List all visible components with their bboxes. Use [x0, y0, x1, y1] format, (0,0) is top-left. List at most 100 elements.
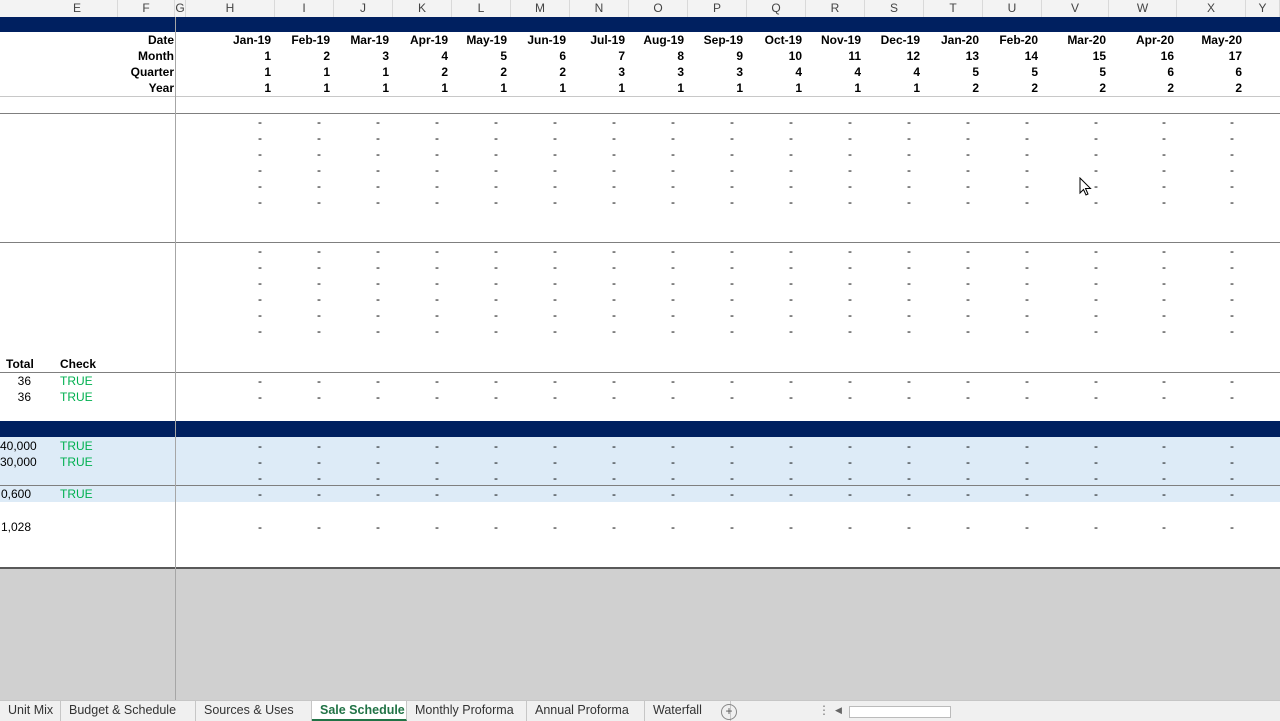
dash-cell: - — [612, 374, 616, 388]
dash-cell: - — [612, 131, 616, 145]
year-cell: 1 — [441, 81, 448, 95]
scroll-thumb[interactable] — [849, 706, 951, 718]
dash-cell: - — [730, 324, 734, 338]
dash-cell: - — [966, 115, 970, 129]
dash-cell: - — [789, 390, 793, 404]
dash-cell: - — [317, 195, 321, 209]
sheet-tab-waterfall[interactable]: Waterfall — [645, 701, 731, 721]
blue-row-value: 40,000 — [0, 439, 37, 453]
scroll-left-icon[interactable]: ◀ — [835, 705, 842, 716]
column-header-q[interactable]: Q — [747, 0, 806, 17]
sheet-tab-sources-uses[interactable]: Sources & Uses — [196, 701, 312, 721]
dash-cell: - — [494, 520, 498, 534]
column-header-f[interactable]: F — [118, 0, 175, 17]
dash-cell: - — [1025, 308, 1029, 322]
column-header-h[interactable]: H — [186, 0, 275, 17]
dash-cell: - — [1094, 439, 1098, 453]
dash-cell: - — [1025, 115, 1029, 129]
dash-cell: - — [730, 520, 734, 534]
column-header-r[interactable]: R — [806, 0, 865, 17]
dash-cell: - — [494, 179, 498, 193]
dash-cell: - — [966, 487, 970, 501]
column-header-n[interactable]: N — [570, 0, 629, 17]
dash-cell: - — [1025, 276, 1029, 290]
column-header-u[interactable]: U — [983, 0, 1042, 17]
dash-cell: - — [848, 276, 852, 290]
sheet-tab-annual-proforma[interactable]: Annual Proforma — [527, 701, 645, 721]
column-header-p[interactable]: P — [688, 0, 747, 17]
dash-cell: - — [1162, 308, 1166, 322]
dash-cell: - — [730, 390, 734, 404]
dash-cell: - — [907, 292, 911, 306]
dash-cell: - — [317, 471, 321, 485]
dash-cell: - — [907, 439, 911, 453]
column-header-o[interactable]: O — [629, 0, 688, 17]
sheet-tab-budget-schedule[interactable]: Budget & Schedule — [61, 701, 196, 721]
dash-cell: - — [317, 163, 321, 177]
dash-cell: - — [1094, 163, 1098, 177]
dash-cell: - — [1025, 147, 1029, 161]
dash-cell: - — [376, 308, 380, 322]
date-cell: Feb-19 — [291, 33, 330, 47]
dash-cell: - — [730, 163, 734, 177]
column-header-t[interactable]: T — [924, 0, 983, 17]
dash-cell: - — [966, 520, 970, 534]
column-header-w[interactable]: W — [1109, 0, 1177, 17]
dash-cell: - — [1230, 244, 1234, 258]
dash-cell: - — [435, 131, 439, 145]
column-header-l[interactable]: L — [452, 0, 511, 17]
month-cell: 7 — [618, 49, 625, 63]
column-header-e[interactable]: E — [37, 0, 118, 17]
dash-cell: - — [966, 131, 970, 145]
dash-cell: - — [376, 131, 380, 145]
summary-check: TRUE — [60, 390, 93, 404]
column-header-j[interactable]: J — [334, 0, 393, 17]
dash-cell: - — [730, 487, 734, 501]
column-header-s[interactable]: S — [865, 0, 924, 17]
dash-cell: - — [553, 195, 557, 209]
sheet-tab-unit-mix[interactable]: Unit Mix — [0, 701, 61, 721]
section-band-middle — [0, 421, 1280, 437]
column-header-i[interactable]: I — [275, 0, 334, 17]
plus-circle-icon[interactable]: + — [721, 704, 737, 720]
column-header-k[interactable]: K — [393, 0, 452, 17]
dash-cell: - — [612, 195, 616, 209]
dash-cell: - — [1025, 292, 1029, 306]
column-header-x[interactable]: X — [1177, 0, 1246, 17]
dash-cell: - — [1025, 131, 1029, 145]
dash-cell: - — [612, 163, 616, 177]
dash-cell: - — [612, 292, 616, 306]
dash-cell: - — [435, 115, 439, 129]
dash-cell: - — [258, 292, 262, 306]
dash-cell: - — [1094, 292, 1098, 306]
sheet-tab-monthly-proforma[interactable]: Monthly Proforma — [407, 701, 527, 721]
dash-cell: - — [789, 115, 793, 129]
column-header-m[interactable]: M — [511, 0, 570, 17]
dash-cell: - — [612, 115, 616, 129]
column-header-g[interactable]: G — [175, 0, 186, 17]
dash-cell: - — [671, 179, 675, 193]
dash-cell: - — [671, 292, 675, 306]
summary-total: 36 — [17, 374, 31, 388]
dash-cell: - — [789, 324, 793, 338]
header-check: Check — [60, 357, 97, 371]
dash-cell: - — [848, 455, 852, 469]
dash-cell: - — [789, 308, 793, 322]
sheet-tab-sale-schedule[interactable]: Sale Schedule — [312, 701, 407, 721]
horizontal-scrollbar[interactable]: ◀ — [835, 704, 1235, 718]
column-header-y[interactable]: Y — [1246, 0, 1280, 17]
dash-cell: - — [848, 163, 852, 177]
dash-cell: - — [1230, 260, 1234, 274]
dash-cell: - — [553, 179, 557, 193]
dash-cell: - — [789, 147, 793, 161]
dash-cell: - — [494, 131, 498, 145]
dash-cell: - — [1025, 471, 1029, 485]
dash-cell: - — [435, 520, 439, 534]
dash-cell: - — [258, 260, 262, 274]
more-dots-icon[interactable]: ⋮ — [818, 703, 830, 717]
dash-cell: - — [907, 163, 911, 177]
dash-cell: - — [258, 471, 262, 485]
dash-cell: - — [966, 179, 970, 193]
dash-cell: - — [1230, 471, 1234, 485]
column-header-v[interactable]: V — [1042, 0, 1109, 17]
